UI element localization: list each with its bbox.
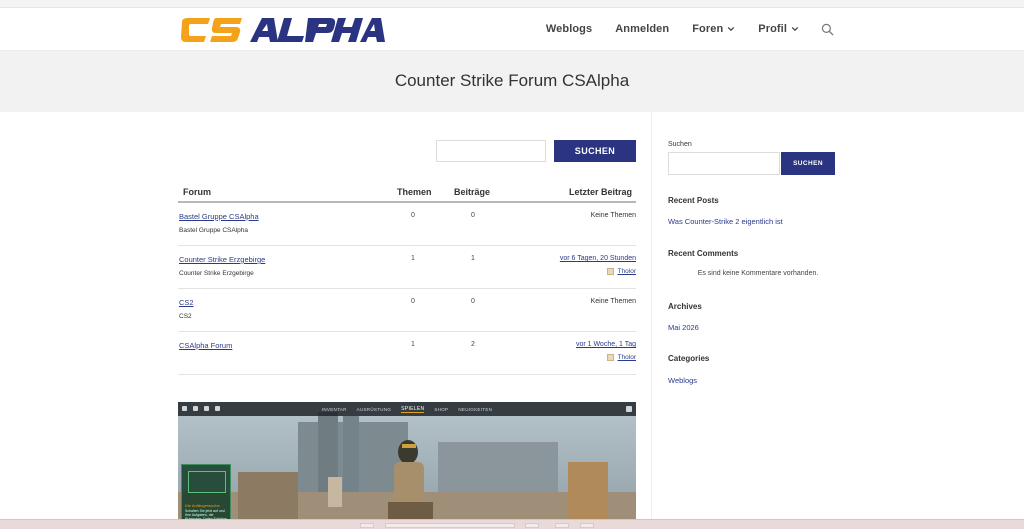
forum-search: SUCHEN [436, 140, 636, 162]
beitraege-count: 0 [471, 298, 475, 305]
recent-post-link[interactable]: Was Counter-Strike 2 eigentlich ist [668, 217, 783, 226]
forum-link[interactable]: CSAlpha Forum [179, 341, 232, 350]
game-menu-bar: INVENTAR AUSRÜSTUNG SPIELEN SHOP NEUIGKE… [178, 402, 636, 416]
col-forum: Forum [183, 187, 211, 197]
forum-row: CS2 CS2 0 0 Keine Themen [178, 289, 636, 332]
forum-row: Counter Strike Erzgebirge Counter Strike… [178, 246, 636, 289]
nav-weblogs-label: Weblogs [545, 23, 593, 35]
browser-top-strip [0, 0, 1024, 8]
forum-table: Forum Themen Beiträge Letzter Beitrag Ba… [178, 185, 636, 375]
csalpha-logo [181, 18, 385, 42]
author-name: Tholor [617, 354, 636, 361]
user-icon [626, 406, 632, 412]
last-post-author[interactable]: Tholor [606, 354, 636, 361]
taskbar-item[interactable] [555, 523, 569, 528]
last-post: Keine Themen [590, 212, 636, 219]
archive-link[interactable]: Mai 2026 [668, 323, 699, 332]
main-nav: Weblogs Anmelden Foren Profil [523, 8, 834, 50]
main-content: SUCHEN Forum Themen Beiträge Letzter Bei… [178, 112, 652, 529]
themen-count: 1 [411, 341, 415, 348]
nav-anmelden-label: Anmelden [615, 23, 670, 35]
col-themen: Themen [397, 187, 432, 197]
game-menu-icons [182, 406, 220, 411]
forum-link[interactable]: Bastel Gruppe CSAlpha [179, 212, 259, 221]
avatar [606, 268, 614, 275]
site-logo[interactable] [180, 16, 386, 44]
chevron-down-icon [791, 26, 799, 32]
page-title: Counter Strike Forum CSAlpha [394, 71, 630, 90]
mission-title: Die Anfängerwoche [185, 503, 220, 508]
forum-description: Counter Strike Erzgebirge [179, 270, 254, 277]
no-comments-text: Es sind keine Kommentare vorhanden. [697, 270, 819, 277]
forum-table-header: Forum Themen Beiträge Letzter Beitrag [178, 185, 636, 203]
nav-foren[interactable]: Foren [692, 23, 735, 35]
avatar [606, 354, 614, 361]
themen-count: 1 [411, 255, 415, 262]
last-post: Keine Themen [590, 298, 636, 305]
nav-foren-label: Foren [692, 23, 724, 35]
col-letzter-beitrag: Letzter Beitrag [568, 187, 632, 197]
power-icon [215, 406, 220, 411]
category-link[interactable]: Weblogs [668, 376, 697, 385]
nav-profil[interactable]: Profil [758, 23, 799, 35]
taskbar-search[interactable] [385, 523, 515, 528]
taskbar-item[interactable] [580, 523, 594, 528]
game-scene [178, 402, 636, 529]
beitraege-count: 0 [471, 212, 475, 219]
forum-link[interactable]: Counter Strike Erzgebirge [179, 255, 265, 264]
nav-anmelden[interactable]: Anmelden [615, 23, 669, 35]
gear-icon [204, 406, 209, 411]
forum-row: Bastel Gruppe CSAlpha Bastel Gruppe CSAl… [178, 203, 636, 246]
mission-icon [188, 471, 226, 493]
game-menu-item: SHOP [434, 406, 449, 412]
taskbar-item[interactable] [360, 523, 374, 528]
forum-description: Bastel Gruppe CSAlpha [179, 227, 249, 234]
last-post-author[interactable]: Tholor [606, 268, 636, 275]
categories-heading: Categories [668, 354, 710, 363]
search-icon[interactable] [821, 23, 834, 36]
game-menu-item: NEUIGKEITEN [458, 406, 493, 412]
forum-search-button[interactable]: SUCHEN [554, 140, 636, 162]
sidebar-search-input[interactable] [668, 152, 780, 175]
chat-icon [193, 406, 198, 411]
themen-count: 0 [411, 298, 415, 305]
last-post-link[interactable]: vor 6 Tagen, 20 Stunden [560, 255, 636, 262]
forum-row: CSAlpha Forum 1 2 vor 1 Woche, 1 Tag Tho… [178, 332, 636, 375]
site-header: Weblogs Anmelden Foren Profil [0, 8, 1024, 50]
col-beitraege: Beiträge [454, 187, 491, 197]
forum-search-input[interactable] [436, 140, 546, 162]
beitraege-count: 2 [471, 341, 475, 348]
forum-description: CS2 [179, 313, 192, 320]
sidebar-search: SUCHEN [668, 152, 835, 175]
recent-posts-heading: Recent Posts [668, 196, 719, 205]
home-icon [182, 406, 187, 411]
chevron-down-icon [728, 26, 735, 32]
game-menu-item: AUSRÜSTUNG [356, 406, 392, 412]
author-name: Tholor [617, 268, 636, 275]
page-title-band: Counter Strike Forum CSAlpha [0, 50, 1024, 112]
themen-count: 0 [411, 212, 415, 219]
last-post-link[interactable]: vor 1 Woche, 1 Tag [576, 341, 636, 348]
sidebar-search-label: Suchen [668, 141, 692, 148]
taskbar-item[interactable] [525, 523, 539, 528]
archives-heading: Archives [668, 302, 702, 311]
sidebar-search-button[interactable]: SUCHEN [781, 152, 835, 175]
os-taskbar [0, 519, 1024, 529]
forum-link[interactable]: CS2 [179, 298, 194, 307]
nav-weblogs[interactable]: Weblogs [546, 23, 592, 35]
game-menu-item-active: SPIELEN [401, 405, 425, 413]
beitraege-count: 1 [471, 255, 475, 262]
recent-comments-heading: Recent Comments [668, 249, 739, 258]
game-menu-item: INVENTAR [321, 406, 347, 412]
nav-profil-label: Profil [758, 23, 787, 35]
cs2-screenshot-image: INVENTAR AUSRÜSTUNG SPIELEN SHOP NEUIGKE… [178, 402, 636, 529]
